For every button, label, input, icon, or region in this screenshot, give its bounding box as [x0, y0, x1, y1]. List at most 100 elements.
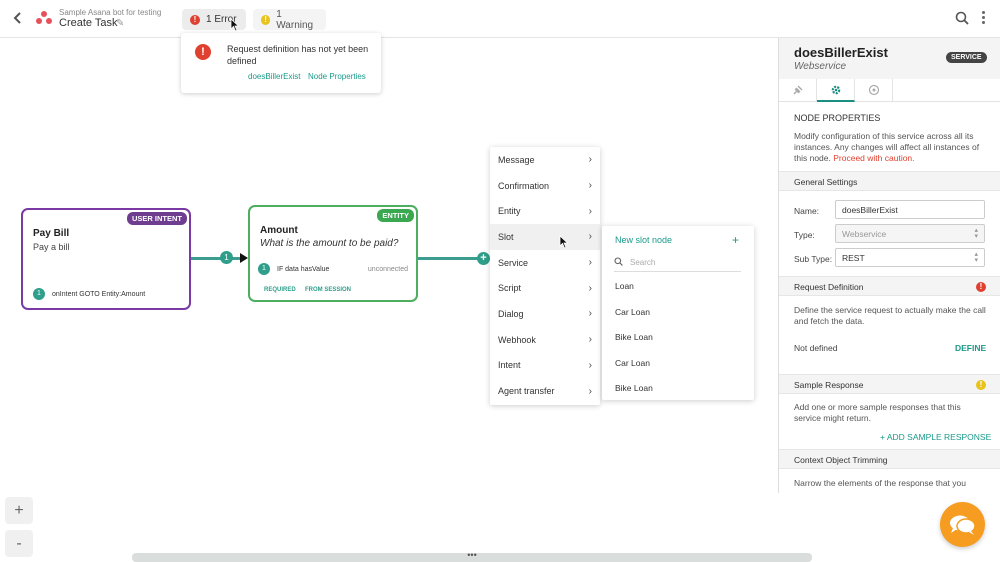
- connector-arrow-icon: [240, 253, 248, 263]
- service-kind: Webservice: [794, 61, 847, 72]
- page-title: Create Task: [59, 17, 118, 29]
- tab-plug-icon[interactable]: [779, 79, 817, 102]
- error-popover: ! Request definition has not yet been de…: [181, 33, 381, 93]
- slot-search-input[interactable]: Search: [614, 254, 741, 272]
- sample-response-desc: Add one or more sample responses that th…: [794, 402, 961, 423]
- service-name: doesBillerExist: [794, 45, 888, 60]
- connector-line: [418, 257, 486, 260]
- menu-item-label: Entity: [498, 206, 521, 217]
- error-message: Request definition has not yet been defi…: [227, 44, 369, 66]
- menu-item-agent-transfer[interactable]: Agent transfer ›: [490, 378, 600, 404]
- chevron-right-icon: ›: [588, 359, 592, 371]
- entity-prompt: What is the amount to be paid?: [260, 238, 399, 249]
- type-label: Type:: [794, 230, 815, 240]
- define-button[interactable]: DEFINE: [955, 343, 986, 353]
- condition-text: IF data hasValue: [277, 265, 330, 273]
- error-icon: !: [976, 282, 986, 292]
- tab-settings-gear-icon[interactable]: [817, 79, 855, 102]
- warning-tab[interactable]: ! 1 Warning: [253, 8, 326, 31]
- node-title: Pay Bill: [33, 228, 70, 239]
- type-select[interactable]: Webservice ▴ ▾: [835, 224, 985, 243]
- asana-logo-icon: [36, 11, 52, 25]
- add-sample-response-button[interactable]: + ADD SAMPLE RESPONSE: [880, 432, 991, 442]
- top-bar: Sample Asana bot for testing Create Task…: [0, 0, 1000, 38]
- sample-response-band: Sample Response !: [779, 374, 1000, 394]
- name-field[interactable]: doesBillerExist: [835, 200, 985, 219]
- chevron-right-icon: ›: [588, 180, 592, 192]
- context-trimming-band: Context Object Trimming: [779, 449, 1000, 469]
- menu-item-webhook[interactable]: Webhook ›: [490, 327, 600, 353]
- panel-header: doesBillerExist Webservice SERVICE: [779, 38, 1000, 79]
- request-definition-label: Request Definition: [794, 282, 864, 292]
- menu-item-intent[interactable]: Intent ›: [490, 353, 600, 379]
- route-text: onIntent GOTO Entity:Amount: [52, 290, 146, 298]
- mouse-cursor-icon: [559, 235, 569, 249]
- chevron-right-icon: ›: [588, 257, 592, 269]
- sample-response-label: Sample Response: [794, 380, 864, 390]
- menu-item-script[interactable]: Script ›: [490, 275, 600, 301]
- node-properties-heading: NODE PROPERTIES: [794, 113, 881, 123]
- menu-item-message[interactable]: Message ›: [490, 147, 600, 173]
- more-options-icon[interactable]: [982, 11, 986, 25]
- edit-pencil-icon[interactable]: ✎: [116, 18, 124, 29]
- horizontal-scrollbar[interactable]: •••: [132, 551, 812, 562]
- request-definition-desc: Define the service request to actually m…: [794, 305, 986, 326]
- menu-item-slot[interactable]: Slot ›: [490, 224, 600, 250]
- name-label: Name:: [794, 206, 820, 216]
- error-icon: !: [195, 44, 211, 60]
- menu-item-confirmation[interactable]: Confirmation ›: [490, 173, 600, 199]
- menu-item-service[interactable]: Service ›: [490, 250, 600, 276]
- chevron-right-icon: ›: [588, 231, 592, 243]
- zoom-in-button[interactable]: +: [5, 497, 33, 524]
- chevron-right-icon: ›: [588, 308, 592, 320]
- connector-number[interactable]: 1: [220, 251, 233, 264]
- slot-option[interactable]: Bike Loan: [615, 383, 653, 393]
- chevron-right-icon: ›: [588, 205, 592, 217]
- entity-node-amount[interactable]: ENTITY Amount What is the amount to be p…: [248, 205, 418, 302]
- slot-option[interactable]: Car Loan: [615, 307, 650, 317]
- bot-subtitle: Sample Asana bot for testing: [59, 8, 162, 17]
- menu-item-label: Dialog: [498, 308, 524, 319]
- warning-tab-label: 1 Warning: [276, 8, 314, 31]
- node-properties-intro: Modify configuration of this service acr…: [794, 131, 989, 164]
- back-arrow-icon[interactable]: [10, 10, 26, 26]
- add-node-plus-icon[interactable]: +: [477, 252, 490, 265]
- chat-bubble-icon[interactable]: [940, 502, 985, 547]
- zoom-out-button[interactable]: -: [5, 530, 33, 557]
- add-plus-icon[interactable]: +: [732, 233, 739, 247]
- from-session-flag: FROM SESSION: [305, 287, 352, 293]
- menu-item-entity[interactable]: Entity ›: [490, 198, 600, 224]
- slot-option[interactable]: Bike Loan: [615, 332, 653, 342]
- search-icon[interactable]: [955, 11, 969, 25]
- warning-icon: !: [976, 380, 986, 390]
- menu-item-label: Service: [498, 257, 529, 268]
- slot-option[interactable]: Car Loan: [615, 358, 650, 368]
- new-slot-node-link[interactable]: New slot node: [615, 235, 672, 245]
- error-link-service[interactable]: doesBillerExist: [248, 72, 300, 81]
- menu-item-label: Slot: [498, 231, 514, 242]
- select-caret-icon: ▴ ▾: [974, 251, 978, 264]
- required-flag: REQUIRED: [264, 287, 296, 293]
- condition-number: 1: [258, 263, 270, 275]
- subtype-label: Sub Type:: [794, 254, 833, 264]
- panel-tabs: [779, 79, 1000, 102]
- caution-text: Proceed with caution.: [833, 153, 915, 163]
- connector-line: [191, 257, 241, 260]
- slot-option[interactable]: Loan: [615, 281, 634, 291]
- search-placeholder: Search: [630, 258, 656, 267]
- context-trimming-desc: Narrow the elements of the response that…: [794, 478, 966, 488]
- general-settings-label: General Settings: [794, 177, 858, 187]
- request-definition-band: Request Definition !: [779, 276, 1000, 296]
- error-icon: !: [190, 14, 200, 25]
- entity-condition: 1 IF data hasValue unconnected: [258, 262, 408, 276]
- intent-route: 1 onIntent GOTO Entity:Amount: [33, 288, 145, 300]
- tab-target-icon[interactable]: [855, 79, 893, 102]
- menu-item-dialog[interactable]: Dialog ›: [490, 301, 600, 327]
- general-settings-band: General Settings: [779, 171, 1000, 191]
- not-defined-label: Not defined: [794, 343, 838, 353]
- service-badge: SERVICE: [946, 52, 987, 63]
- subtype-select[interactable]: REST ▴ ▾: [835, 248, 985, 267]
- context-trimming-label: Context Object Trimming: [794, 455, 888, 465]
- intent-node-pay-bill[interactable]: USER INTENT Pay Bill Pay a bill 1 onInte…: [21, 208, 191, 310]
- error-link-node-properties[interactable]: Node Properties: [308, 72, 366, 81]
